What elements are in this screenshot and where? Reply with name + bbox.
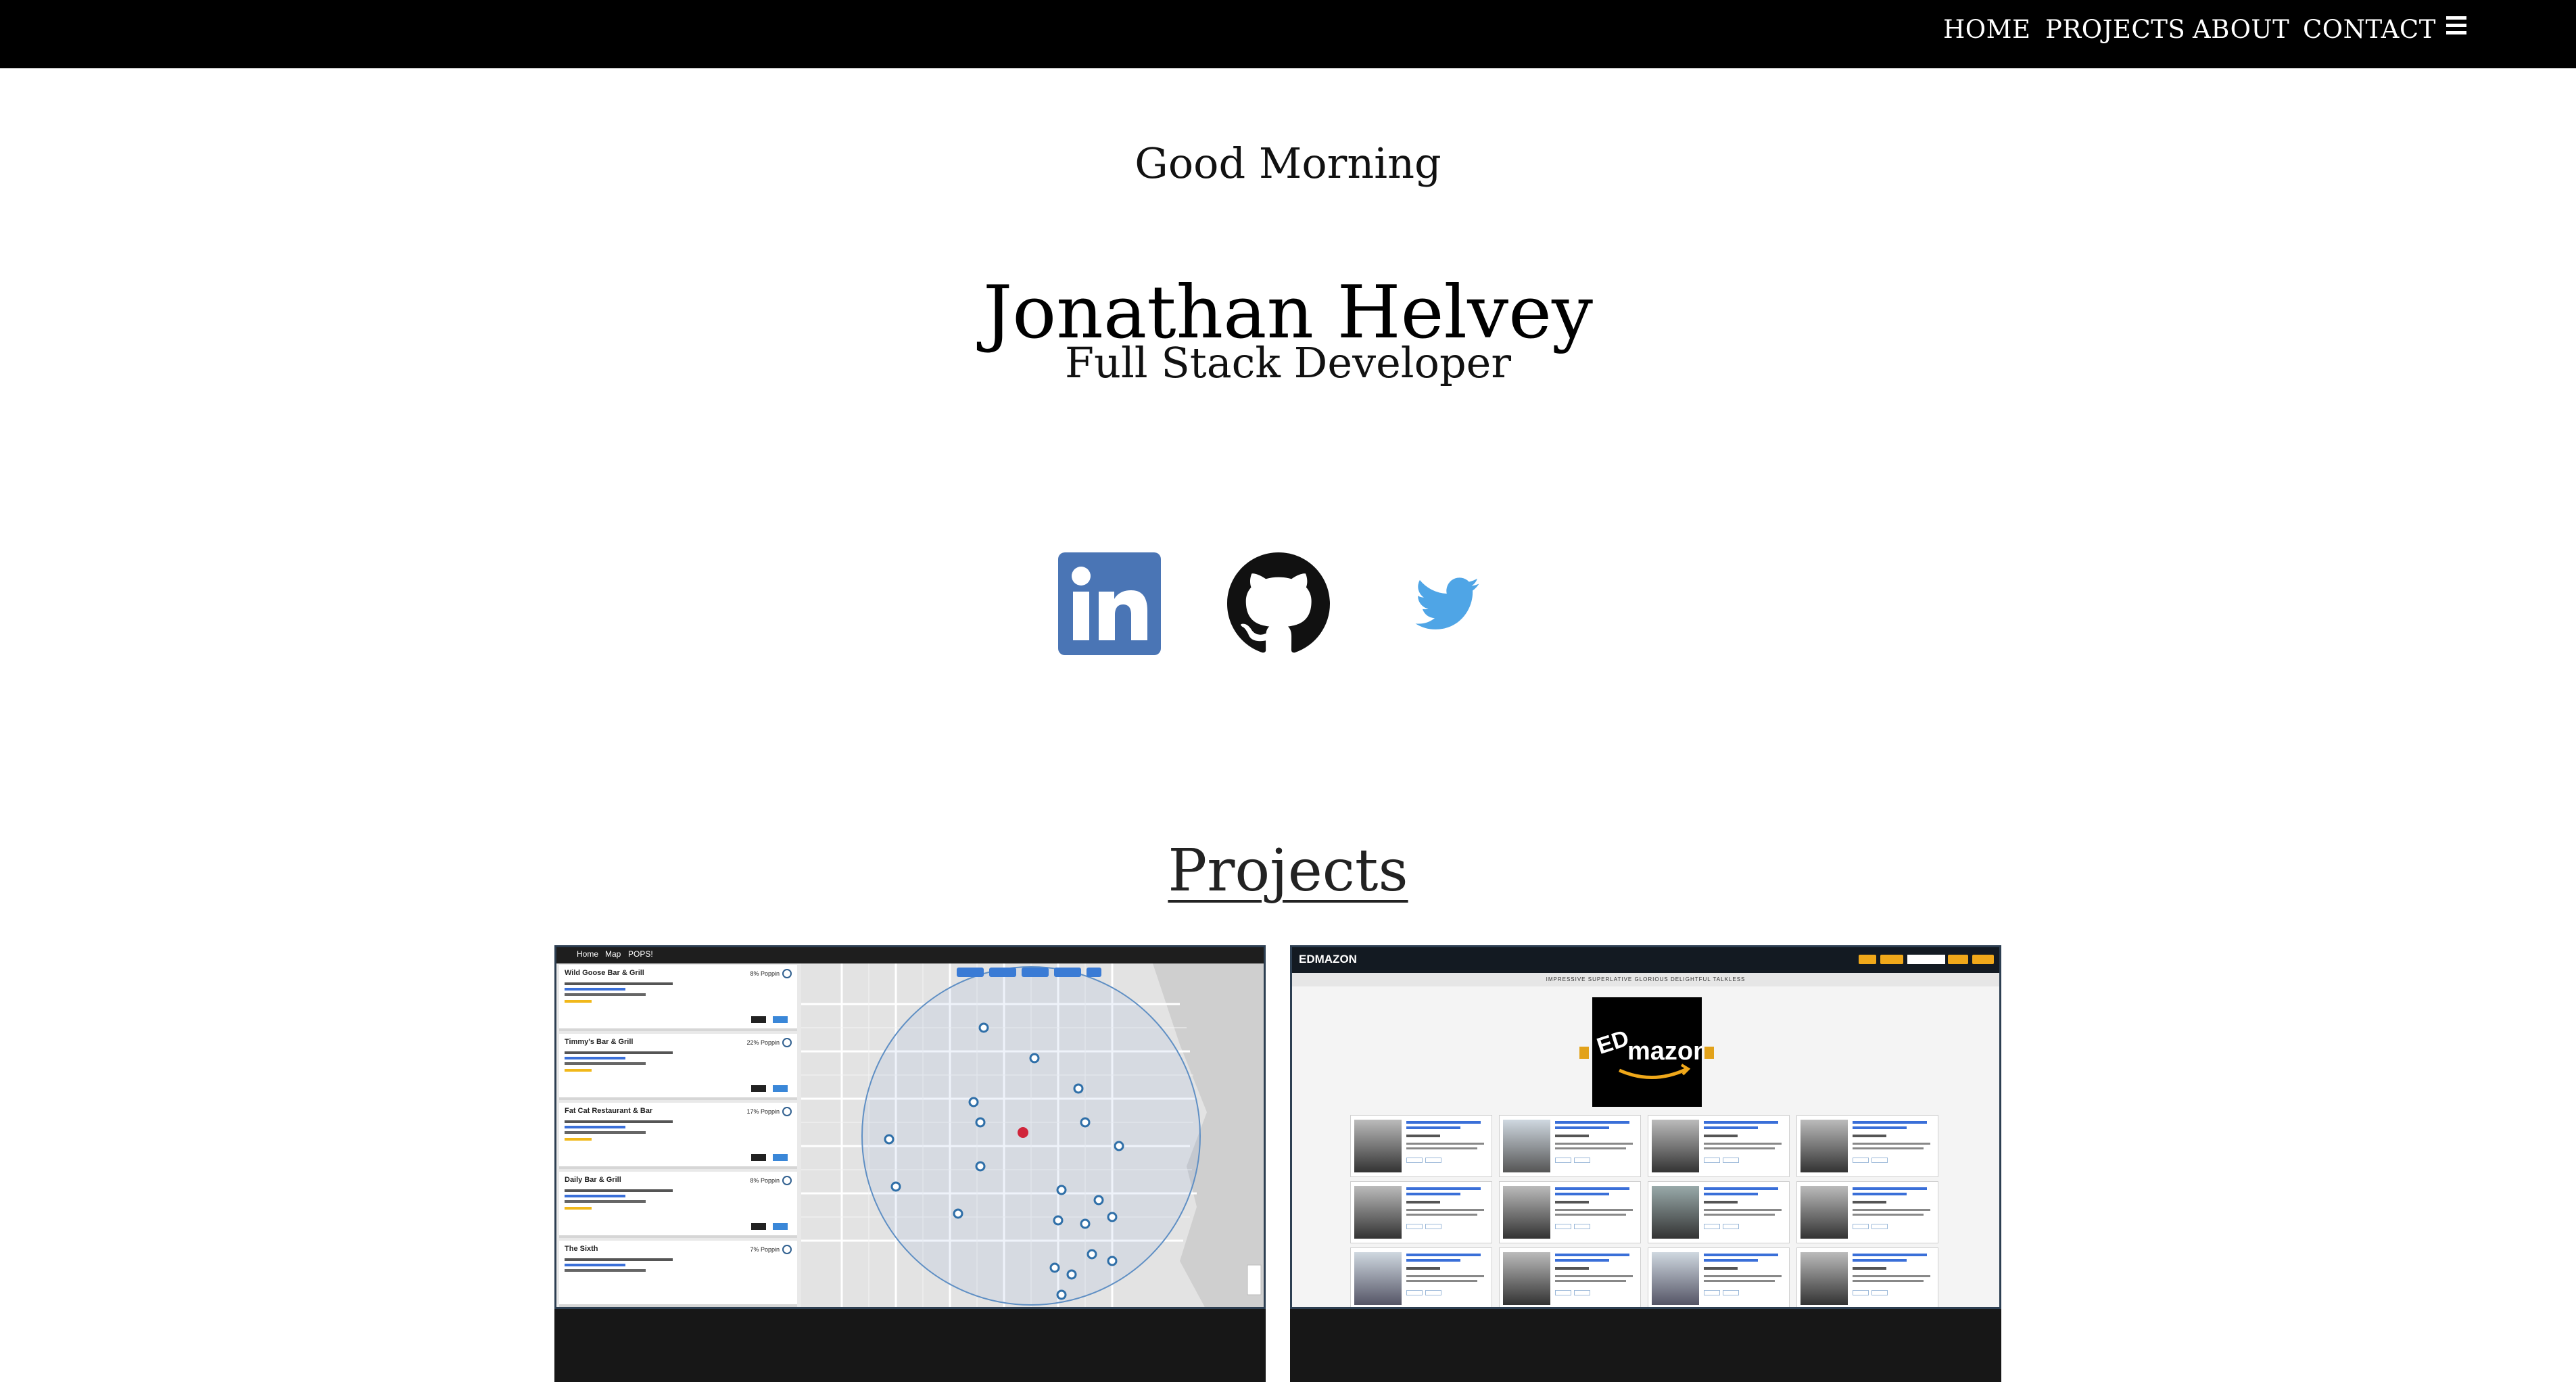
edmazon-header: EDMAZON	[1292, 947, 1999, 973]
projects-heading: Projects	[1168, 837, 1408, 905]
app-nav-pops: POPS!	[628, 949, 653, 959]
list-item: Timmy's Bar & Grill 22% Poppin	[559, 1034, 797, 1100]
product-tile	[1350, 1181, 1492, 1243]
github-icon[interactable]	[1227, 552, 1330, 655]
app-nav-map: Map	[605, 949, 621, 959]
product-tile	[1499, 1247, 1641, 1307]
svg-text:mazon: mazon	[1627, 1037, 1702, 1066]
venue-list: Wild Goose Bar & Grill 8% Poppin Timmy's …	[556, 963, 801, 1307]
product-tile	[1350, 1115, 1492, 1177]
list-item: Fat Cat Restaurant & Bar 17% Poppin	[559, 1103, 797, 1169]
hero-title: Full Stack Developer	[1065, 338, 1511, 387]
twitter-icon[interactable]	[1396, 552, 1499, 655]
edmazon-category-bar: IMPRESSIVE SUPERLATIVE GLORIOUS DELIGHTF…	[1292, 973, 1999, 986]
edmazon-brand: EDMAZON	[1299, 953, 1357, 966]
list-item: The Sixth 7% Poppin	[559, 1241, 797, 1307]
product-tile	[1350, 1247, 1492, 1307]
product-tile	[1796, 1247, 1938, 1307]
product-tile	[1499, 1115, 1641, 1177]
carousel-left-arrow-icon	[1579, 1047, 1589, 1059]
product-tile	[1648, 1181, 1790, 1243]
product-tile	[1796, 1115, 1938, 1177]
product-tile	[1648, 1247, 1790, 1307]
product-tile	[1499, 1181, 1641, 1243]
map-view	[801, 963, 1264, 1307]
map-app-screenshot: Home Map POPS! Wild Goose Bar & Grill 8% …	[554, 945, 1266, 1309]
project-card-edmazon[interactable]: EDMAZON IMPRESSIVE SUPERLATIVE GLORIOUS …	[1290, 945, 2001, 1382]
top-navbar: HOME PROJECTS ABOUT CONTACT	[0, 0, 2576, 68]
edmazon-app-screenshot: EDMAZON IMPRESSIVE SUPERLATIVE GLORIOUS …	[1290, 945, 2001, 1309]
nav-home-link[interactable]: HOME	[1943, 9, 2031, 50]
greeting-text: Good Morning	[1135, 139, 1441, 188]
list-item: Daily Bar & Grill 8% Poppin	[559, 1172, 797, 1238]
linkedin-icon[interactable]	[1058, 552, 1161, 655]
nav-projects-link[interactable]: PROJECTS	[2045, 9, 2185, 50]
list-item: Wild Goose Bar & Grill 8% Poppin	[559, 965, 797, 1031]
product-tile	[1796, 1181, 1938, 1243]
project-card-map[interactable]: Home Map POPS! Wild Goose Bar & Grill 8% …	[554, 945, 1266, 1382]
app-topbar: Home Map POPS!	[556, 947, 1264, 963]
app-nav-home: Home	[577, 949, 599, 959]
nav-about-link[interactable]: ABOUT	[2193, 9, 2289, 50]
edmazon-logo: ED mazon	[1592, 997, 1709, 1107]
carousel-right-arrow-icon	[1704, 1047, 1714, 1059]
hamburger-menu-icon[interactable]	[2446, 16, 2466, 35]
nav-contact-link[interactable]: CONTACT	[2303, 9, 2436, 50]
product-tile	[1648, 1115, 1790, 1177]
